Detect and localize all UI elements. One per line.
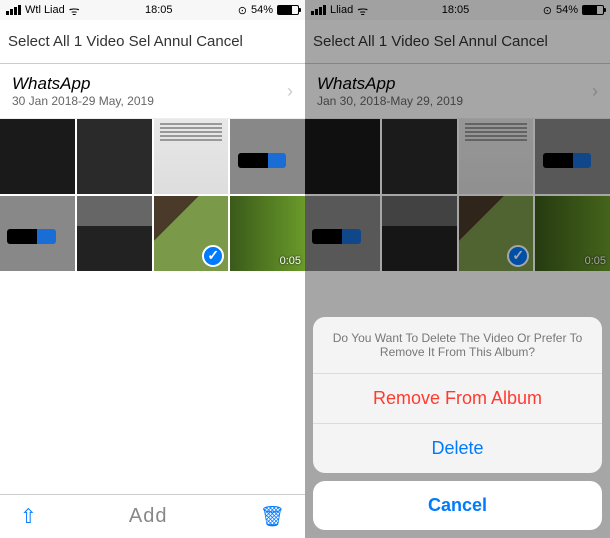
status-bar: Wtl Liad ᯤ 18:05 ⊙ 54% (0, 0, 305, 20)
photo-thumb[interactable] (77, 196, 152, 271)
check-icon: ✓ (507, 245, 529, 267)
phone-right: Lliad ᯤ 18:05 ⊙ 54% Select All 1 Video S… (305, 0, 610, 538)
video-duration: 0:05 (280, 255, 301, 267)
phone-left: Wtl Liad ᯤ 18:05 ⊙ 54% Select All 1 Vide… (0, 0, 305, 538)
photo-thumb (382, 196, 457, 271)
delete-button[interactable]: Delete (313, 424, 602, 473)
orientation-lock-icon: ⊙ (238, 4, 247, 17)
album-header[interactable]: WhatsApp 30 Jan 2018-29 May, 2019 › (0, 64, 305, 119)
photo-grid: ✓ 0:05 (305, 119, 610, 271)
photo-thumb[interactable] (77, 119, 152, 194)
clock-label: 18:05 (442, 4, 470, 16)
carrier-label: Wtl Liad (25, 4, 65, 16)
photo-grid: ✓ 0:05 (0, 119, 305, 271)
photo-thumb[interactable] (154, 119, 229, 194)
video-duration: 0:05 (585, 255, 606, 267)
cancel-button[interactable]: Cancel (313, 481, 602, 530)
status-bar: Lliad ᯤ 18:05 ⊙ 54% (305, 0, 610, 20)
photo-thumb[interactable] (230, 119, 305, 194)
signal-icon (6, 5, 21, 15)
nav-bar: Select All 1 Video Sel Annul Cancel (0, 20, 305, 64)
carrier-label: Lliad (330, 4, 353, 16)
action-sheet: Do You Want To Delete The Video Or Prefe… (313, 317, 602, 530)
signal-icon (311, 5, 326, 15)
battery-icon (277, 5, 299, 15)
album-title: WhatsApp (317, 74, 463, 94)
chevron-right-icon: › (592, 81, 598, 102)
video-thumb: 0:05 (535, 196, 610, 271)
chevron-right-icon: › (287, 81, 293, 102)
photo-thumb[interactable] (0, 196, 75, 271)
photo-thumb (459, 119, 534, 194)
video-thumb[interactable]: 0:05 (230, 196, 305, 271)
photo-thumb (305, 196, 380, 271)
photo-thumb (305, 119, 380, 194)
nav-title[interactable]: Select All 1 Video Sel Annul Cancel (8, 33, 243, 50)
sheet-message: Do You Want To Delete The Video Or Prefe… (313, 317, 602, 374)
check-icon: ✓ (202, 245, 224, 267)
remove-from-album-button[interactable]: Remove From Album (313, 374, 602, 424)
toolbar: ⇧ Add 🗑 (0, 494, 305, 538)
album-header: WhatsApp Jan 30, 2018-May 29, 2019 › (305, 64, 610, 119)
nav-title: Select All 1 Video Sel Annul Cancel (313, 33, 548, 50)
video-thumb-selected: ✓ (459, 196, 534, 271)
album-date: Jan 30, 2018-May 29, 2019 (317, 94, 463, 108)
wifi-icon: ᯤ (357, 2, 368, 19)
battery-percent: 54% (556, 4, 578, 16)
photo-thumb (382, 119, 457, 194)
wifi-icon: ᯤ (69, 2, 80, 19)
orientation-lock-icon: ⊙ (543, 4, 552, 17)
nav-bar: Select All 1 Video Sel Annul Cancel (305, 20, 610, 64)
battery-percent: 54% (251, 4, 273, 16)
battery-icon (582, 5, 604, 15)
trash-icon[interactable]: 🗑 (260, 504, 285, 529)
photo-thumb[interactable] (0, 119, 75, 194)
add-button[interactable]: Add (129, 505, 168, 528)
video-thumb-selected[interactable]: ✓ (154, 196, 229, 271)
share-icon[interactable]: ⇧ (20, 504, 37, 529)
album-title: WhatsApp (12, 74, 154, 94)
album-date: 30 Jan 2018-29 May, 2019 (12, 94, 154, 108)
clock-label: 18:05 (145, 4, 173, 16)
photo-thumb (535, 119, 610, 194)
